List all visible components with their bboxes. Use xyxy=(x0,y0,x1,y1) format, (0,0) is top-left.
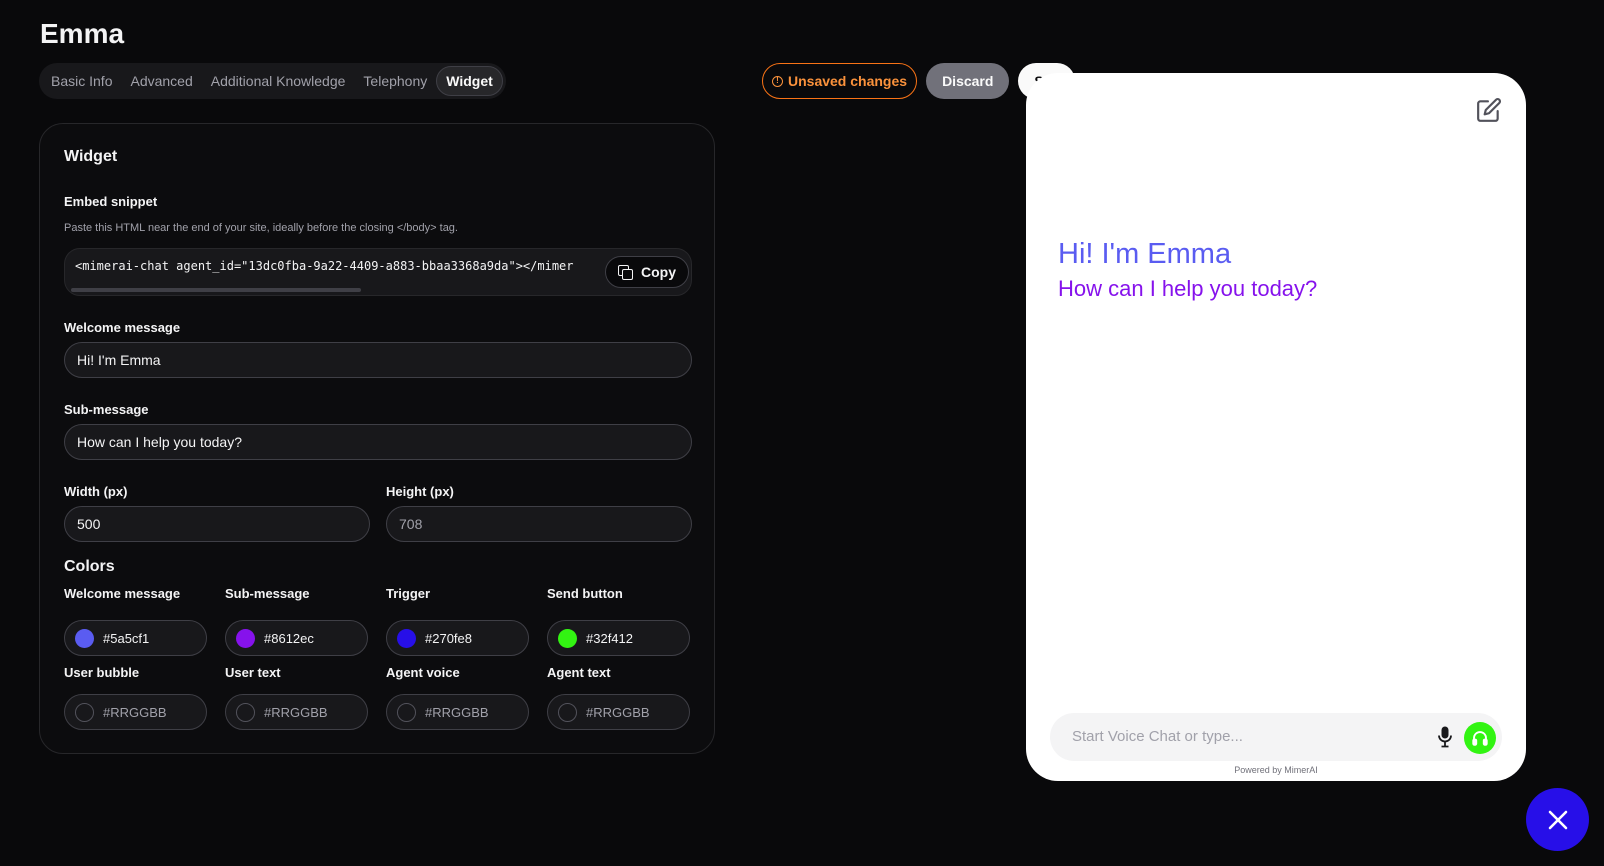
tab-advanced[interactable]: Advanced xyxy=(121,66,201,96)
send-button[interactable] xyxy=(1464,722,1496,754)
tab-telephony[interactable]: Telephony xyxy=(354,66,436,96)
welcome-message-label: Welcome message xyxy=(64,320,181,335)
color-input-agent-voice[interactable]: #RRGGBB xyxy=(386,694,529,730)
widget-preview: Hi! I'm Emma How can I help you today? S… xyxy=(1026,73,1526,781)
close-icon xyxy=(1548,810,1567,829)
color-input-trigger[interactable]: #270fe8 xyxy=(386,620,529,656)
color-value: #270fe8 xyxy=(425,630,472,646)
copy-label: Copy xyxy=(641,264,676,280)
color-label-trigger: Trigger xyxy=(386,586,431,601)
preview-sub-message: How can I help you today? xyxy=(1058,276,1318,301)
tab-bar: Basic Info Advanced Additional Knowledge… xyxy=(39,63,506,99)
edit-icon[interactable] xyxy=(1476,97,1502,123)
color-label-user-bubble: User bubble xyxy=(64,665,140,680)
width-input[interactable]: 500 xyxy=(64,506,370,542)
color-input-send[interactable]: #32f412 xyxy=(547,620,690,656)
sub-message-label: Sub-message xyxy=(64,402,149,417)
mic-icon[interactable] xyxy=(1438,726,1452,748)
headphones-icon xyxy=(1472,731,1488,746)
color-input-sub[interactable]: #8612ec xyxy=(225,620,368,656)
embed-snippet-box[interactable]: <mimerai-chat agent_id="13dc0fba-9a22-44… xyxy=(64,248,692,296)
copy-button[interactable]: Copy xyxy=(605,256,689,288)
tab-basic-info[interactable]: Basic Info xyxy=(42,66,121,96)
embed-snippet-code: <mimerai-chat agent_id="13dc0fba-9a22-44… xyxy=(75,259,574,273)
sub-message-input[interactable]: How can I help you today? xyxy=(64,424,692,460)
color-placeholder: #RRGGBB xyxy=(103,704,167,720)
color-placeholder: #RRGGBB xyxy=(586,704,650,720)
color-label-send: Send button xyxy=(547,586,623,601)
embed-snippet-label: Embed snippet xyxy=(64,194,158,209)
card-title: Widget xyxy=(64,148,118,165)
color-label-welcome: Welcome message xyxy=(64,586,181,601)
height-label: Height (px) xyxy=(386,484,454,499)
chat-bar: Start Voice Chat or type... xyxy=(1050,713,1502,761)
color-input-user-bubble[interactable]: #RRGGBB xyxy=(64,694,207,730)
height-input[interactable]: 708 xyxy=(386,506,692,542)
preview-welcome-message: Hi! I'm Emma xyxy=(1058,238,1232,270)
welcome-message-input[interactable]: Hi! I'm Emma xyxy=(64,342,692,378)
color-placeholder: #RRGGBB xyxy=(425,704,489,720)
color-label-user-text: User text xyxy=(225,665,281,680)
widget-trigger-button[interactable] xyxy=(1526,788,1589,851)
color-swatch[interactable] xyxy=(397,702,416,722)
color-swatch[interactable] xyxy=(236,702,255,722)
embed-snippet-hint: Paste this HTML near the end of your sit… xyxy=(64,222,458,234)
widget-settings-card: Widget Embed snippet Paste this HTML nea… xyxy=(39,123,715,754)
page-title: Emma xyxy=(40,18,125,49)
width-label: Width (px) xyxy=(64,484,128,499)
unsaved-changes-button[interactable]: ! Unsaved changes xyxy=(762,63,918,99)
chat-input[interactable]: Start Voice Chat or type... xyxy=(1072,713,1243,761)
tab-widget[interactable]: Widget xyxy=(436,66,503,96)
color-value: #32f412 xyxy=(586,630,633,646)
color-swatch[interactable] xyxy=(558,628,577,648)
colors-title: Colors xyxy=(64,558,115,575)
discard-button[interactable]: Discard xyxy=(926,63,1010,99)
info-icon: ! xyxy=(772,75,783,87)
color-value: #8612ec xyxy=(264,630,314,646)
color-value: #5a5cf1 xyxy=(103,630,150,646)
color-swatch[interactable] xyxy=(75,628,94,648)
color-label-agent-voice: Agent voice xyxy=(386,665,460,680)
tab-additional-knowledge[interactable]: Additional Knowledge xyxy=(202,66,355,96)
unsaved-changes-label: Unsaved changes xyxy=(788,73,908,89)
color-placeholder: #RRGGBB xyxy=(264,704,328,720)
snippet-scrollbar[interactable] xyxy=(71,288,361,292)
color-swatch[interactable] xyxy=(397,628,416,648)
color-input-agent-text[interactable]: #RRGGBB xyxy=(547,694,690,730)
color-label-agent-text: Agent text xyxy=(547,665,611,680)
color-swatch[interactable] xyxy=(236,628,255,648)
color-input-welcome[interactable]: #5a5cf1 xyxy=(64,620,207,656)
color-label-sub: Sub-message xyxy=(225,586,310,601)
copy-icon xyxy=(618,264,633,280)
color-input-user-text[interactable]: #RRGGBB xyxy=(225,694,368,730)
color-swatch[interactable] xyxy=(558,702,577,722)
color-swatch[interactable] xyxy=(75,702,94,722)
powered-by: Powered by MimerAI xyxy=(1234,765,1318,775)
